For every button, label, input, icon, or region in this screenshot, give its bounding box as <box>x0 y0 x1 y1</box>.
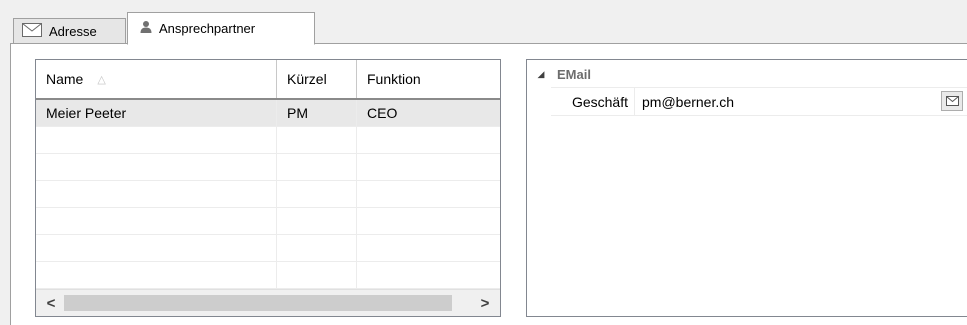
scroll-right-button[interactable]: > <box>472 290 498 316</box>
grid-header: Name △ Kürzel Funktion <box>36 60 500 100</box>
column-header-kuerzel[interactable]: Kürzel <box>277 60 357 98</box>
property-name: Geschäft <box>551 88 635 115</box>
column-header-funktion[interactable]: Funktion <box>357 60 500 98</box>
sort-ascending-icon: △ <box>97 73 106 86</box>
empty-row <box>36 154 500 181</box>
category-label: EMail <box>557 66 591 82</box>
collapse-triangle-icon[interactable]: ◢ <box>527 69 551 80</box>
scroll-left-button[interactable]: < <box>38 290 64 316</box>
envelope-icon <box>22 22 42 40</box>
send-email-button[interactable] <box>941 91 963 111</box>
column-header-name[interactable]: Name △ <box>36 60 277 98</box>
empty-row <box>36 235 500 262</box>
property-grid: ◢ EMail Geschäft pm@berner.ch <box>526 59 967 317</box>
cell-kuerzel: PM <box>277 100 357 126</box>
horizontal-scrollbar[interactable]: < > <box>36 289 500 316</box>
contacts-grid[interactable]: Name △ Kürzel Funktion Meier Peeter PM C… <box>35 59 501 317</box>
tab-label: Ansprechpartner <box>159 21 256 36</box>
empty-row <box>36 208 500 235</box>
empty-row <box>36 181 500 208</box>
property-row[interactable]: Geschäft pm@berner.ch <box>551 87 967 116</box>
cell-name: Meier Peeter <box>36 100 277 126</box>
tab-label: Adresse <box>49 23 97 39</box>
scroll-thumb[interactable] <box>64 295 452 311</box>
tab-strip: Adresse Ansprechpartner <box>0 8 967 45</box>
person-icon <box>140 20 152 37</box>
category-email[interactable]: ◢ EMail <box>527 63 967 85</box>
cell-funktion: CEO <box>367 105 398 121</box>
tab-adresse[interactable]: Adresse <box>13 18 126 44</box>
tab-ansprechpartner[interactable]: Ansprechpartner <box>127 12 315 45</box>
envelope-icon <box>945 94 959 109</box>
empty-row <box>36 127 500 154</box>
table-row[interactable]: Meier Peeter PM CEO <box>36 100 500 127</box>
property-value[interactable]: pm@berner.ch <box>636 88 734 115</box>
empty-row <box>36 262 500 289</box>
